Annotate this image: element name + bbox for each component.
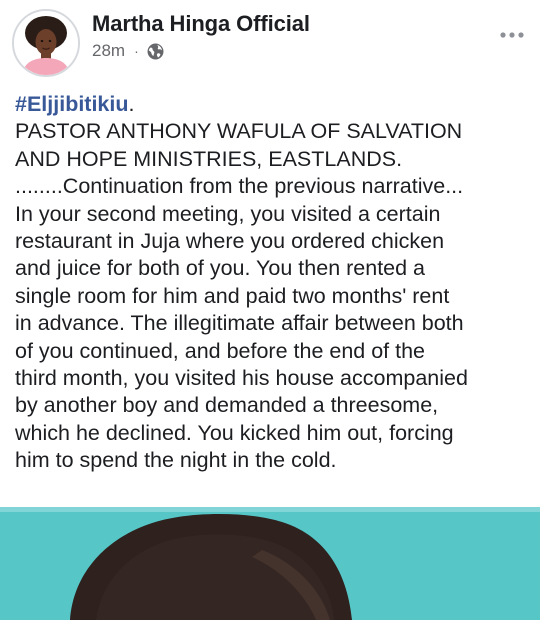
hashtag-suffix: .	[128, 92, 135, 116]
author-name[interactable]: Martha Hinga Official	[92, 11, 310, 37]
more-options-button[interactable]	[492, 24, 532, 46]
post-header: Martha Hinga Official 28m ·	[0, 0, 540, 88]
post-text-line: AND HOPE MINISTRIES, EASTLANDS.	[15, 146, 403, 171]
meta-separator: ·	[134, 43, 139, 59]
post-text-line: in advance. The illegitimate affair betw…	[15, 311, 464, 336]
post-text-line: third month, you visited his house accom…	[15, 366, 468, 391]
post-photo[interactable]	[0, 507, 540, 620]
hashtag-link[interactable]: #Eljjibitikiu	[15, 92, 129, 116]
post-text-line: by another boy and demanded a threesome,	[15, 393, 439, 418]
post-body: #Eljjibitikiu. PASTOR ANTHONY WAFULA OF …	[15, 91, 530, 475]
photo-content	[0, 507, 540, 620]
post-text-line: restaurant in Juja where you ordered chi…	[15, 229, 445, 254]
more-options-icon	[500, 32, 524, 38]
author-avatar[interactable]	[12, 9, 80, 77]
post-timestamp[interactable]: 28m	[92, 41, 125, 61]
post-meta: 28m ·	[92, 41, 164, 61]
globe-icon[interactable]	[147, 43, 164, 60]
post-text-line: him to spend the night in the cold.	[15, 448, 337, 473]
post-text-line: PASTOR ANTHONY WAFULA OF SALVATION	[15, 119, 463, 144]
post-text-line: of you continued, and before the end of …	[15, 338, 426, 363]
post-text-line: single room for him and paid two months'…	[15, 283, 450, 308]
post-text-line: ........Continuation from the previous n…	[15, 174, 464, 199]
post-text-line: In your second meeting, you visited a ce…	[15, 201, 441, 226]
hashtag-line: #Eljjibitikiu.	[15, 91, 530, 118]
post-text-line: and juice for both of you. You then rent…	[15, 256, 426, 281]
avatar-illustration	[14, 11, 78, 75]
post-text-line: which he declined. You kicked him out, f…	[15, 420, 454, 445]
